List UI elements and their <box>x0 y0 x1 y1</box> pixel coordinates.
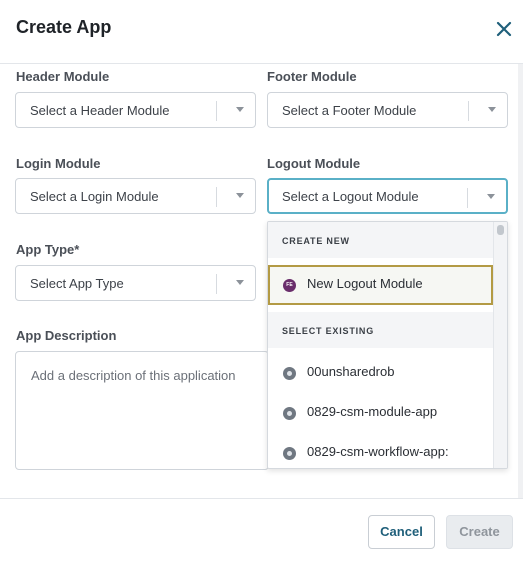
chevron-down-icon <box>236 107 244 112</box>
chevron-down-icon <box>487 194 495 199</box>
app-type-label: App Type* <box>16 242 80 257</box>
login-module-select[interactable]: Select a Login Module <box>15 178 256 214</box>
select-separator <box>216 274 217 294</box>
existing-module-label: 0829-csm-workflow-app: <box>307 444 449 459</box>
chevron-down-icon <box>236 280 244 285</box>
dialog-title: Create App <box>16 17 112 37</box>
footer-module-label: Footer Module <box>267 69 357 84</box>
form-scrollbar[interactable] <box>518 64 523 498</box>
app-description-label: App Description <box>16 328 117 343</box>
module-icon <box>283 447 296 460</box>
select-existing-heading: SELECT EXISTING <box>282 326 375 336</box>
logout-module-select[interactable]: Select a Logout Module <box>267 178 508 214</box>
footer-module-placeholder: Select a Footer Module <box>282 103 417 118</box>
chevron-down-icon <box>488 107 496 112</box>
create-new-section-header: CREATE NEW <box>268 222 493 258</box>
app-type-select[interactable]: Select App Type <box>15 265 256 301</box>
create-button[interactable]: Create <box>446 515 513 549</box>
app-description-textarea[interactable]: Add a description of this application <box>15 351 269 470</box>
dropdown-scrollbar[interactable] <box>493 222 507 468</box>
header-module-placeholder: Select a Header Module <box>30 103 170 118</box>
header-module-label: Header Module <box>16 69 110 84</box>
close-icon[interactable] <box>492 17 516 41</box>
existing-module-option[interactable]: 0829-csm-workflow-app: <box>268 433 493 468</box>
existing-module-label: 00unsharedrob <box>307 364 395 379</box>
header-module-select[interactable]: Select a Header Module <box>15 92 256 128</box>
chevron-down-icon <box>236 193 244 198</box>
select-existing-section-header: SELECT EXISTING <box>268 312 493 348</box>
logout-module-placeholder: Select a Logout Module <box>282 189 419 204</box>
existing-module-option[interactable]: 00unsharedrob <box>268 353 493 391</box>
dropdown-scroll-thumb[interactable] <box>497 225 504 235</box>
logout-module-dropdown: CREATE NEW FE New Logout Module SELECT E… <box>267 221 508 469</box>
app-type-placeholder: Select App Type <box>30 276 124 291</box>
footer-module-select[interactable]: Select a Footer Module <box>267 92 508 128</box>
select-separator <box>216 101 217 121</box>
dialog-footer: Cancel Create <box>0 498 523 561</box>
cancel-button[interactable]: Cancel <box>368 515 435 549</box>
module-icon <box>283 407 296 420</box>
logout-module-label: Logout Module <box>267 156 361 171</box>
select-separator <box>467 188 468 208</box>
login-module-placeholder: Select a Login Module <box>30 189 159 204</box>
existing-module-label: 0829-csm-module-app <box>307 404 438 419</box>
select-separator <box>468 101 469 121</box>
app-description-placeholder: Add a description of this application <box>31 368 236 383</box>
create-app-dialog: Create App Header Module Select a Header… <box>0 0 523 561</box>
new-logout-module-option[interactable]: FE New Logout Module <box>268 265 493 305</box>
new-logout-module-label: New Logout Module <box>307 276 423 291</box>
existing-module-option[interactable]: 0829-csm-module-app <box>268 393 493 431</box>
module-badge-icon: FE <box>283 279 296 292</box>
login-module-label: Login Module <box>16 156 101 171</box>
module-icon <box>283 367 296 380</box>
select-separator <box>216 187 217 207</box>
dialog-header: Create App <box>0 0 523 64</box>
create-new-heading: CREATE NEW <box>282 236 350 246</box>
